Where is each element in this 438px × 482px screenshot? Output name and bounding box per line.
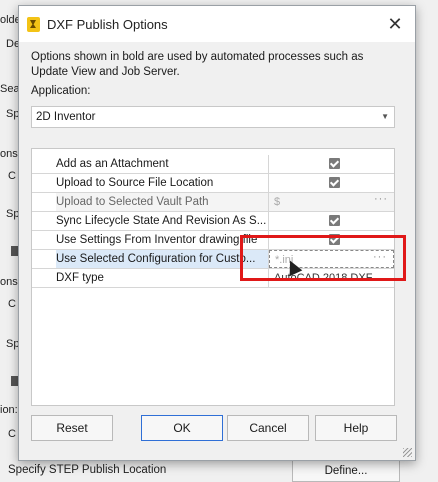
option-value[interactable] [269,174,394,192]
application-label: Application: [31,85,91,97]
option-row[interactable]: Add as an Attachment [32,155,394,174]
option-label: Add as an Attachment [56,155,269,173]
application-select[interactable]: 2D Inventor ▼ [31,106,395,128]
option-label: Use Selected Configuration for Custo... [56,250,269,268]
option-row[interactable]: Upload to Selected Vault Path $ ··· [32,193,394,212]
cancel-button[interactable]: Cancel [227,415,309,441]
checkbox-checked-icon[interactable] [329,158,340,169]
dialog-title: DXF Publish Options [47,17,168,32]
option-label: Sync Lifecycle State And Revision As S..… [56,212,269,230]
bg-label: ion: [0,404,18,416]
vault-path-value: $ [274,196,281,208]
option-value[interactable] [269,212,394,230]
bg-label: C [8,170,16,182]
annotation-highlight-box [240,235,406,281]
chevron-down-icon: ▼ [381,112,389,121]
bg-label: ons [0,276,18,288]
define-button[interactable]: Define... [292,460,400,482]
dxf-publish-options-dialog: DXF Publish Options ✕ Options shown in b… [18,5,416,461]
help-button[interactable]: Help [315,415,397,441]
ok-button[interactable]: OK [141,415,223,441]
application-value: 2D Inventor [36,111,96,123]
reset-button[interactable]: Reset [31,415,113,441]
bg-label: C [8,428,16,440]
checkbox-checked-icon[interactable] [329,177,340,188]
option-label: Use Settings From Inventor drawing file [56,231,269,249]
option-row[interactable]: Sync Lifecycle State And Revision As S..… [32,212,394,231]
resize-grip-icon[interactable] [403,448,412,457]
vault-app-icon [27,17,40,32]
option-value[interactable] [269,155,394,173]
option-value[interactable]: $ ··· [269,193,394,211]
bg-label: ons [0,148,18,160]
option-label: Upload to Selected Vault Path [56,193,269,211]
title-bar: DXF Publish Options ✕ [19,6,415,42]
bg-label: Sea [0,83,20,95]
bg-label: C [8,298,16,310]
description-text: Options shown in bold are used by automa… [31,51,364,78]
browse-ellipsis-icon[interactable]: ··· [374,193,388,208]
option-row[interactable]: Upload to Source File Location [32,174,394,193]
close-icon: ✕ [387,14,403,34]
step-publish-label: Specify STEP Publish Location [8,464,167,476]
checkbox-checked-icon[interactable] [329,215,340,226]
close-button[interactable]: ✕ [381,10,409,38]
option-label: DXF type [56,269,269,287]
option-label: Upload to Source File Location [56,174,269,192]
